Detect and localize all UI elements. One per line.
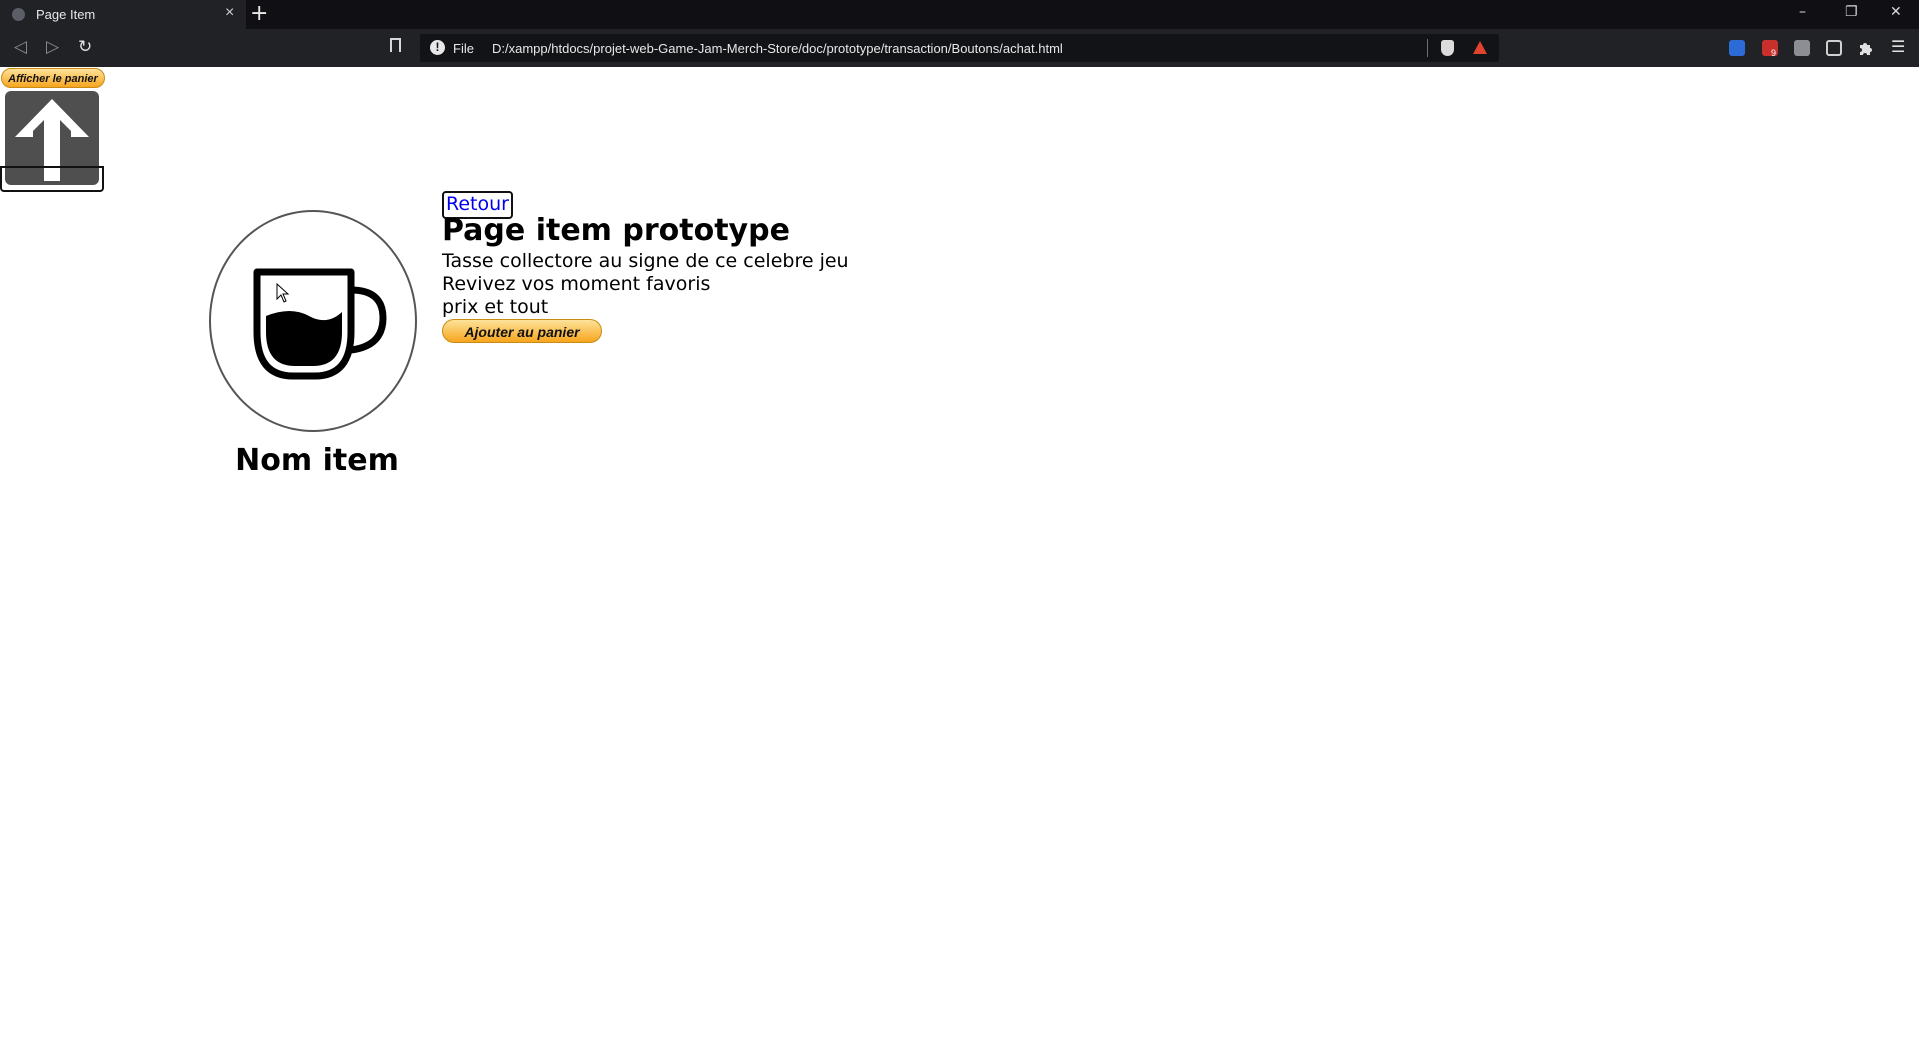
address-bar-divider [1427, 39, 1428, 57]
price-line: prix et tout [442, 296, 549, 318]
restore-icon[interactable]: ❐ [1845, 4, 1858, 20]
coffee-cup-icon [253, 268, 387, 380]
puzzle-extensions-icon[interactable] [1858, 40, 1874, 56]
mouse-cursor-icon [276, 283, 290, 303]
calendar-extension-icon[interactable]: 9 [1762, 40, 1778, 58]
add-to-cart-button[interactable]: Ajouter au panier [442, 319, 602, 343]
description-line: Tasse collectore au signe de ce celebre … [442, 250, 849, 272]
browser-toolbar: ◁ ▷ ↻ ! File D:/xampp/htdocs/projet-web-… [0, 29, 1919, 67]
globe-icon [12, 8, 25, 21]
forward-arrow-icon[interactable]: ▷ [46, 37, 59, 57]
item-image [209, 210, 417, 432]
item-name: Nom item [235, 443, 399, 478]
bookmark-icon[interactable] [390, 38, 401, 57]
description-line: Revivez vos moment favoris [442, 273, 711, 295]
browser-tab-bar: Page Item × + – ❐ ✕ [0, 0, 1919, 29]
brave-rewards-icon[interactable] [1473, 41, 1487, 54]
reload-icon[interactable]: ↻ [78, 37, 92, 57]
tab-close-icon[interactable]: × [225, 4, 234, 22]
upload-button[interactable] [0, 89, 104, 193]
extension-badge: 9 [1771, 48, 1777, 58]
close-window-icon[interactable]: ✕ [1890, 4, 1902, 20]
address-bar[interactable]: ! File D:/xampp/htdocs/projet-web-Game-J… [420, 34, 1499, 62]
site-info-icon[interactable]: ! [430, 40, 445, 55]
letter-extension-icon[interactable] [1794, 40, 1810, 56]
upload-outline-frame [0, 166, 104, 192]
page-title: Page item prototype [442, 213, 790, 248]
new-tab-button[interactable]: + [250, 2, 268, 26]
url-text[interactable]: D:/xampp/htdocs/projet-web-Game-Jam-Merc… [492, 41, 1063, 56]
minimize-icon[interactable]: – [1799, 4, 1806, 20]
back-arrow-icon[interactable]: ◁ [14, 37, 27, 57]
url-scheme-label: File [453, 41, 474, 56]
show-cart-button[interactable]: Afficher le panier [1, 68, 105, 88]
tab-title: Page Item [36, 7, 96, 22]
hamburger-menu-icon[interactable]: ☰ [1891, 37, 1905, 56]
brave-shields-icon[interactable] [1441, 40, 1454, 56]
translate-extension-icon[interactable] [1729, 40, 1745, 56]
browser-tab-active[interactable]: Page Item × [0, 0, 246, 29]
glasses-extension-icon[interactable] [1826, 40, 1842, 56]
